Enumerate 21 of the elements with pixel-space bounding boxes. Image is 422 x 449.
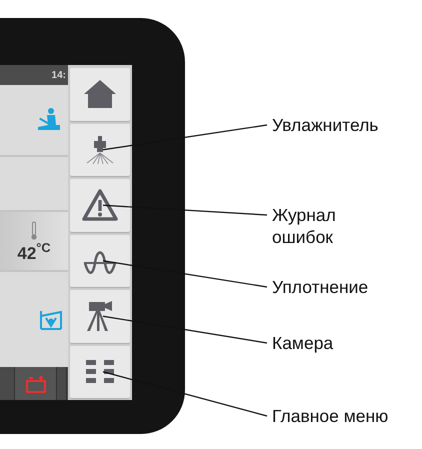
clock-time: 14: <box>52 68 67 82</box>
worker-icon <box>36 108 62 132</box>
home-icon <box>83 79 117 110</box>
battery-icon <box>24 374 46 392</box>
temperature-reading: 42$^{°C}$ <box>17 244 51 262</box>
wave-button[interactable] <box>70 234 130 287</box>
callout-label: Уплотнение <box>272 276 370 298</box>
warning-icon <box>82 189 118 222</box>
sprayer-icon <box>85 134 115 165</box>
menu-icon <box>85 358 115 385</box>
thermometer-icon <box>30 220 38 240</box>
callout-label: Увлажнитель <box>272 114 380 136</box>
home-button[interactable] <box>70 68 130 120</box>
menu-button[interactable] <box>70 346 130 398</box>
camera-tripod-icon <box>85 300 115 332</box>
humidifier-button[interactable] <box>70 124 130 176</box>
callout-label: Журнал ошибок <box>272 204 337 248</box>
camera-button[interactable] <box>70 290 130 342</box>
warning-button[interactable] <box>70 179 130 232</box>
callout-label: Камера <box>272 332 334 354</box>
callout-label: Главное меню <box>272 405 390 427</box>
